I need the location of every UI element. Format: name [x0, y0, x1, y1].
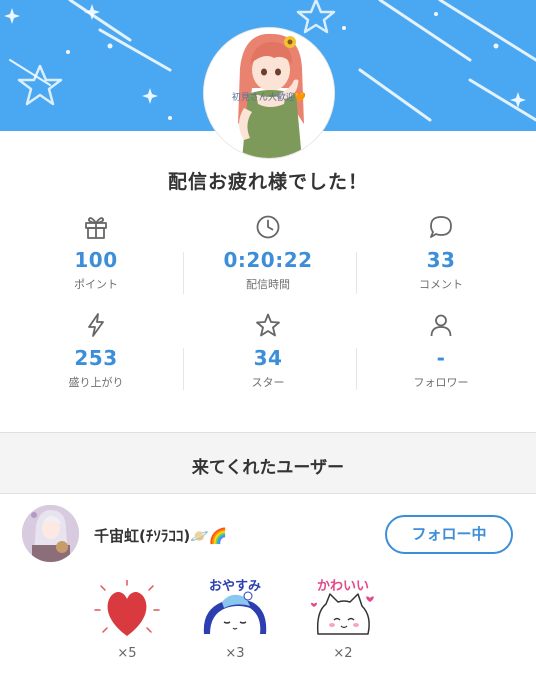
stat-label: 盛り上がり	[68, 376, 124, 389]
streamer-avatar[interactable]: 初見さん大歓迎🧡	[203, 27, 335, 159]
kawaii-sticker-icon: かわいい	[310, 579, 374, 635]
stat-label: ポイント	[74, 278, 118, 291]
stat-value: -	[436, 346, 446, 370]
star-icon	[256, 313, 280, 337]
oyasumi-sticker-icon: おやすみ	[203, 579, 267, 634]
stat-label: フォロワー	[413, 376, 469, 389]
sticker-text: かわいい	[317, 579, 369, 594]
gift-kawaii: かわいい ×2	[303, 576, 383, 661]
gift-icon	[85, 217, 107, 239]
gift-count: ×5	[117, 646, 137, 661]
stat-label: コメント	[419, 278, 463, 291]
stat-followers: - フォロワー	[356, 312, 526, 390]
stat-comments: 33 コメント	[356, 214, 526, 292]
avatar-caption: 初見さん大歓迎🧡	[231, 93, 307, 103]
gift-count: ×2	[333, 646, 353, 661]
stat-excitement: 253 盛り上がり	[11, 312, 181, 390]
section-title: 来てくれたユーザー	[191, 458, 345, 478]
person-icon	[430, 314, 452, 337]
heart-icon	[94, 580, 160, 636]
page-title: 配信お疲れ様でした！	[167, 171, 368, 193]
user-avatar-illustration	[22, 505, 79, 562]
stat-value: 34	[253, 346, 283, 370]
user-avatar[interactable]	[22, 505, 79, 562]
gift-count: ×3	[225, 646, 245, 661]
stat-stars: 34 スター	[183, 312, 353, 390]
stat-value: 253	[74, 346, 118, 370]
stat-value: 33	[426, 248, 456, 272]
stat-value: 0:20:22	[223, 248, 313, 272]
user-name[interactable]: 千宙虹(ﾁｿﾗｺｺ)🪐🌈	[94, 525, 228, 546]
stat-label: 配信時間	[246, 278, 290, 291]
gift-oyasumi: おやすみ ×3	[195, 576, 275, 661]
follow-button[interactable]: フォロー中	[385, 515, 513, 554]
stat-value: 100	[74, 248, 118, 272]
stat-points: 100 ポイント	[11, 214, 181, 292]
clock-icon	[256, 215, 280, 239]
stat-duration: 0:20:22 配信時間	[183, 214, 353, 292]
comment-icon	[430, 216, 452, 238]
sticker-text: おやすみ	[209, 579, 261, 594]
gift-heart: ×5	[87, 580, 167, 661]
stat-label: スター	[251, 376, 285, 389]
lightning-icon	[88, 313, 104, 337]
